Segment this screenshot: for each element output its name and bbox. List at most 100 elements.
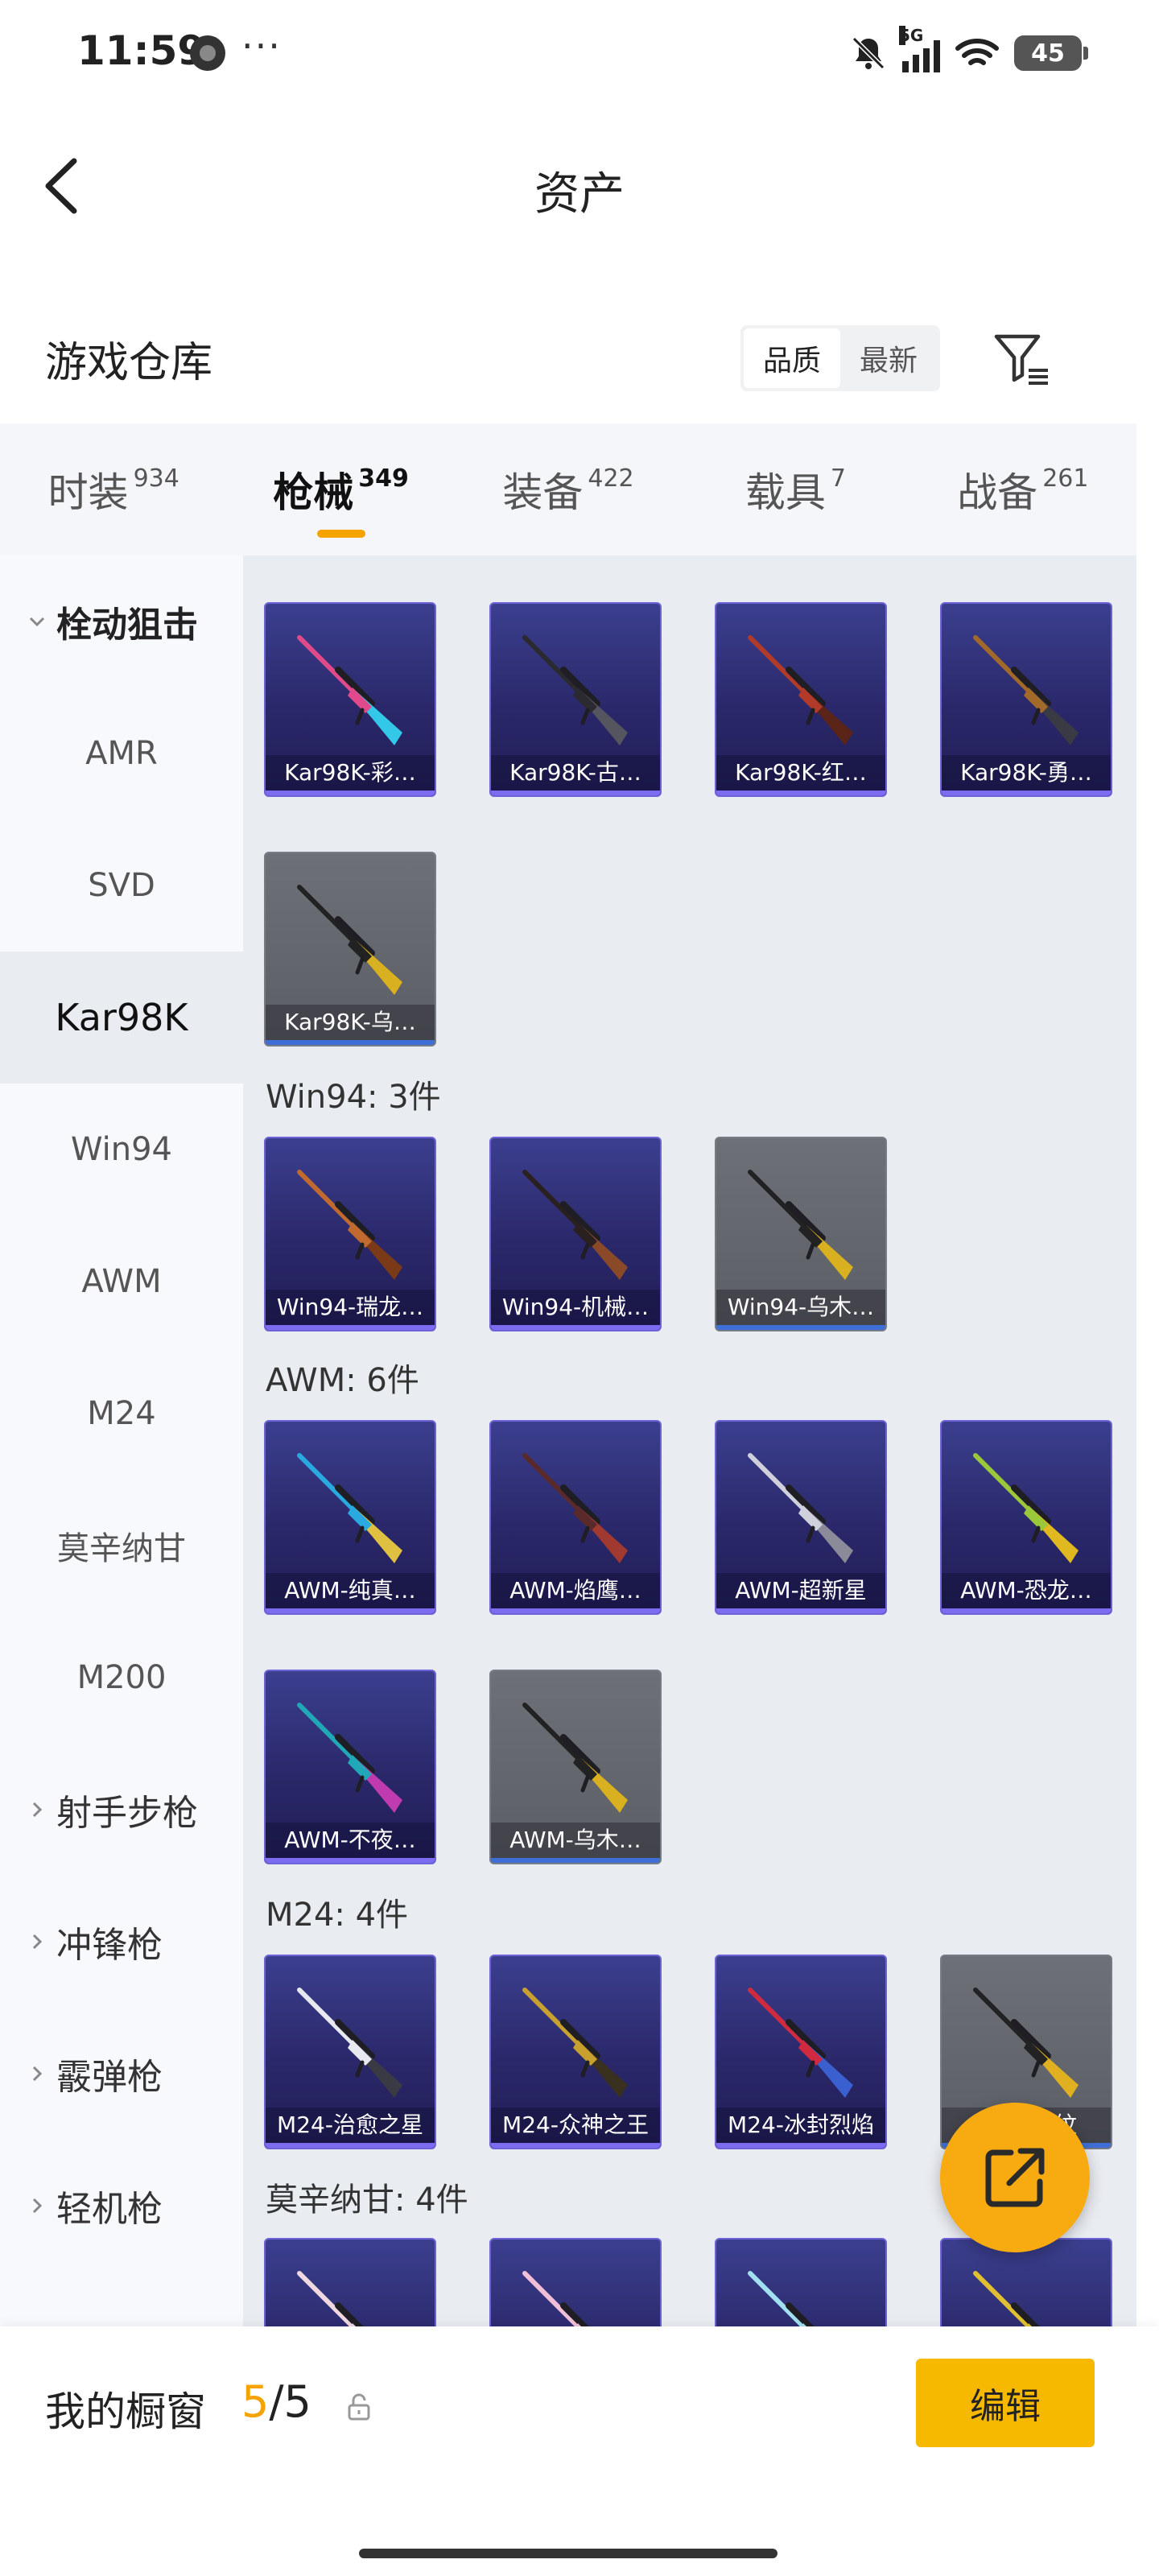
rifle-icon xyxy=(748,635,853,745)
rifle-icon xyxy=(748,1170,853,1280)
item-name: M24-治愈之星 xyxy=(266,2107,435,2143)
sidebar-item-m24[interactable]: M24 xyxy=(0,1348,243,1480)
tab-firearms[interactable]: 枪械 349 xyxy=(227,423,454,555)
tab-equipment[interactable]: 装备 422 xyxy=(455,423,682,555)
tab-label: 载具 xyxy=(744,469,826,516)
item-card[interactable]: AWM-不夜… xyxy=(264,1670,436,1864)
sidebar-group-label: 射手步枪 xyxy=(56,1793,198,1834)
item-card[interactable]: M24-冰封烈焰 xyxy=(715,1955,887,2149)
item-card[interactable]: M24-众神之王 xyxy=(489,1955,662,2149)
item-card[interactable]: Kar98K-乌… xyxy=(264,852,436,1046)
item-card[interactable]: AWM-恐龙… xyxy=(940,1420,1112,1615)
rarity-bar xyxy=(266,791,435,795)
item-name: AWM-不夜… xyxy=(266,1823,435,1858)
item-name: AWM-乌木… xyxy=(491,1823,660,1858)
sidebar-group-marksman-rifle[interactable]: 射手步枪 xyxy=(0,1744,243,1876)
item-card[interactable]: Win94-瑞龙… xyxy=(264,1137,436,1331)
rifle-icon xyxy=(973,1453,1079,1563)
nav-bar: 资产 xyxy=(0,121,1159,250)
section-label-awm: AWM: 6件 xyxy=(266,1362,419,1399)
filter-icon xyxy=(994,334,1048,385)
item-name: Kar98K-红… xyxy=(716,755,885,791)
rarity-bar xyxy=(266,1608,435,1613)
item-card[interactable]: AWM-焰鹰… xyxy=(489,1420,662,1615)
sidebar-item-m200[interactable]: M200 xyxy=(0,1612,243,1744)
tab-battle-gear[interactable]: 战备 261 xyxy=(909,423,1136,555)
sidebar-group-bolt-action[interactable]: 栓动狙击 xyxy=(0,555,243,687)
rifle-icon xyxy=(748,1453,853,1563)
tab-vehicles[interactable]: 载具 7 xyxy=(682,423,909,555)
tab-label: 战备 xyxy=(957,469,1038,516)
item-card[interactable]: M24-治愈之星 xyxy=(264,1955,436,2149)
rarity-bar xyxy=(491,1858,660,1863)
item-name: Kar98K-彩… xyxy=(266,755,435,791)
sidebar-group-smg[interactable]: 冲锋枪 xyxy=(0,1876,243,2008)
rarity-bar xyxy=(716,1608,885,1613)
item-name: AWM-焰鹰… xyxy=(491,1573,660,1608)
item-name: Win94-乌木… xyxy=(716,1290,885,1325)
showcase-total: /5 xyxy=(269,2376,311,2427)
cell-signal-icon: 5G xyxy=(899,26,940,72)
item-card[interactable]: AWM-超新星 xyxy=(715,1420,887,1615)
sidebar-item-mosin-nagant[interactable]: 莫辛纳甘 xyxy=(0,1480,243,1612)
item-card[interactable]: AWM-纯真… xyxy=(264,1420,436,1615)
sort-by-quality-button[interactable]: 品质 xyxy=(744,328,840,388)
clock-icon xyxy=(190,35,225,71)
item-name: AWM-恐龙… xyxy=(942,1573,1111,1608)
chevron-down-icon xyxy=(29,617,45,627)
page-title: 资产 xyxy=(534,168,625,221)
item-grid: Kar98K-彩… Kar98K-古… Kar98K-红… Kar98K-勇… … xyxy=(243,555,1136,2433)
rarity-bar xyxy=(942,1608,1111,1613)
item-name: Kar98K-勇… xyxy=(942,755,1111,791)
rifle-icon xyxy=(297,885,402,995)
sidebar-item-svd[interactable]: SVD xyxy=(0,819,243,952)
weapon-type-sidebar: 栓动狙击 AMR SVD Kar98K Win94 AWM M24 莫辛纳甘 M… xyxy=(0,555,243,2326)
more-notifications-icon: ··· xyxy=(241,24,282,68)
item-card[interactable]: Win94-机械… xyxy=(489,1137,662,1331)
showcase-current: 5 xyxy=(241,2376,270,2427)
sidebar-group-label: 霰弹枪 xyxy=(56,2057,163,2098)
chevron-right-icon xyxy=(32,2066,43,2082)
sidebar-item-kar98k[interactable]: Kar98K xyxy=(0,952,243,1084)
item-card[interactable]: Kar98K-古… xyxy=(489,602,662,797)
tab-label: 时装 xyxy=(47,469,129,516)
sidebar-group-label: 轻机枪 xyxy=(56,2189,163,2230)
item-card[interactable]: Kar98K-红… xyxy=(715,602,887,797)
rarity-bar xyxy=(716,791,885,795)
tab-fashion[interactable]: 时装 934 xyxy=(0,423,227,555)
rarity-bar xyxy=(491,1608,660,1613)
filter-button[interactable] xyxy=(992,328,1053,390)
rifle-icon xyxy=(297,1170,402,1280)
rifle-icon xyxy=(973,635,1079,745)
item-name: Kar98K-乌… xyxy=(266,1005,435,1040)
share-button[interactable] xyxy=(940,2103,1090,2252)
sidebar-group-shotgun[interactable]: 霰弹枪 xyxy=(0,2008,243,2140)
sort-by-latest-button[interactable]: 最新 xyxy=(840,328,937,388)
warehouse-title: 游戏仓库 xyxy=(45,339,213,387)
sidebar-item-amr[interactable]: AMR xyxy=(0,687,243,819)
rarity-bar xyxy=(266,1040,435,1045)
sidebar-item-win94[interactable]: Win94 xyxy=(0,1084,243,1216)
item-card[interactable]: Kar98K-勇… xyxy=(940,602,1112,797)
item-card[interactable]: AWM-乌木… xyxy=(489,1670,662,1864)
home-indicator xyxy=(359,2549,777,2558)
sidebar-item-awm[interactable]: AWM xyxy=(0,1216,243,1348)
item-name: Kar98K-古… xyxy=(491,755,660,791)
edit-button[interactable]: 编辑 xyxy=(916,2359,1095,2447)
chevron-right-icon xyxy=(32,1802,43,1818)
tab-label: 枪械 xyxy=(273,469,354,516)
sidebar-group-label: 冲锋枪 xyxy=(56,1925,163,1966)
tab-count: 934 xyxy=(133,464,179,493)
item-name: AWM-超新星 xyxy=(716,1573,885,1608)
item-card[interactable]: Kar98K-彩… xyxy=(264,602,436,797)
sidebar-group-lmg[interactable]: 轻机枪 xyxy=(0,2140,243,2272)
tab-count: 422 xyxy=(588,464,634,493)
item-card[interactable]: Win94-乌木… xyxy=(715,1137,887,1331)
rifle-icon xyxy=(297,1988,402,2098)
lock-icon xyxy=(348,2393,370,2421)
section-label-m24: M24: 4件 xyxy=(266,1897,409,1934)
rarity-bar xyxy=(942,791,1111,795)
rarity-bar xyxy=(266,1858,435,1863)
rifle-icon xyxy=(297,1703,402,1813)
rifle-icon xyxy=(748,1988,853,2098)
